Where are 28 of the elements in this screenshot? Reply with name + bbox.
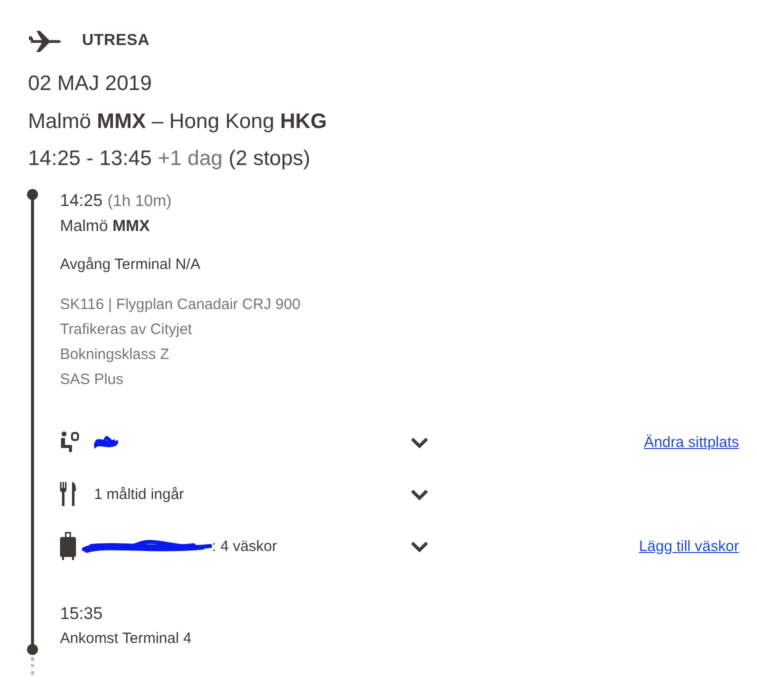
time-span: 14:25 - 13:45 — [28, 147, 152, 171]
flight-detail: SK116 | Flygplan Canadair CRJ 900 — [60, 295, 302, 315]
airplane-icon — [28, 30, 63, 52]
service-label: 1 måltid ingår — [94, 486, 184, 502]
chevron-down-icon[interactable] — [410, 488, 429, 500]
flight-date: 02 MAJ 2019 — [28, 72, 153, 96]
stops-label: (2 stops) — [228, 147, 310, 171]
flight-detail: SAS Plus — [60, 370, 124, 390]
origin-label: Malmö MMX — [60, 218, 151, 236]
arrival-time: 15:35 — [60, 604, 104, 624]
dotted-line — [31, 657, 34, 675]
duration-label: (1h 10m) — [108, 193, 172, 211]
service-label: : 4 väskor — [212, 538, 278, 554]
service-link[interactable]: Lägg till väskor — [638, 538, 739, 554]
flight-detail: Bokningsklass Z — [60, 345, 170, 365]
chevron-down-icon[interactable] — [410, 436, 429, 448]
departure-terminal: Avgång Terminal N/A — [60, 256, 202, 273]
extra-day-label: +1 dag — [158, 147, 223, 171]
departure-time: 14:25 — [60, 191, 103, 211]
flight-detail: Trafikeras av Cityjet — [60, 320, 193, 340]
chevron-down-icon[interactable] — [410, 540, 429, 552]
service-link[interactable]: Ändra sittplats — [644, 434, 739, 450]
arrival-terminal: Ankomst Terminal 4 — [60, 630, 192, 649]
route-title: Malmö MMX – Hong Kong HKG — [28, 110, 328, 134]
seat-icon — [60, 431, 80, 453]
section-heading: UTRESA — [82, 32, 150, 50]
suitcase-icon — [60, 532, 76, 560]
fork-knife-icon — [60, 482, 76, 506]
